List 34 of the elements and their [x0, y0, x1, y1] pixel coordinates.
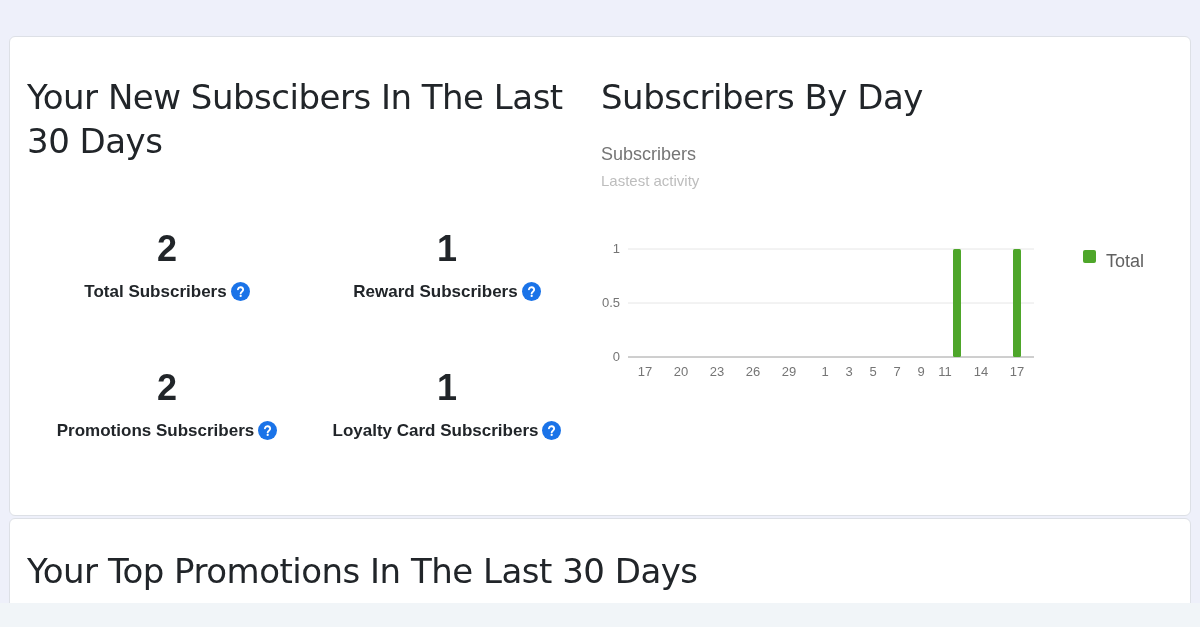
section-title: Subscribers By Day	[601, 76, 924, 119]
legend-label: Total	[1106, 250, 1145, 271]
stat-label: Total Subscribers	[84, 281, 227, 303]
stat-label: Promotions Subscribers	[56, 419, 255, 442]
x-tick-label: 17	[1009, 363, 1025, 379]
y-tick-label: 1	[612, 240, 620, 256]
help-icon[interactable]	[258, 420, 278, 440]
help-icon[interactable]	[230, 282, 250, 302]
chart-title: Subscribers	[601, 143, 698, 166]
stat-value: 2	[157, 367, 177, 408]
section-title: Your Top Promotions In The Last 30 Days	[27, 550, 699, 593]
stat-label: Reward Subscribers	[353, 281, 518, 303]
x-tick-label: 9	[917, 363, 925, 379]
x-tick-label: 5	[869, 363, 877, 379]
help-icon[interactable]	[521, 282, 541, 302]
x-tick-label: 20	[673, 363, 689, 379]
help-icon[interactable]	[542, 420, 562, 440]
x-tick-label: 7	[893, 363, 901, 379]
x-tick-label: 11	[938, 363, 952, 379]
x-tick-label: 23	[709, 363, 725, 379]
stat-value: 1	[437, 229, 457, 269]
stat-value: 1	[437, 367, 457, 408]
chart-subtitle: Lastest activity	[601, 171, 701, 191]
x-tick-label: 3	[845, 363, 853, 379]
x-tick-label: 29	[781, 363, 797, 379]
stat-label: Loyalty Card Subscribers	[332, 419, 539, 442]
y-tick-label: 0.5	[601, 294, 620, 310]
x-tick-label: 14	[973, 363, 989, 379]
x-tick-label: 17	[637, 363, 653, 379]
x-tick-label: 26	[745, 363, 761, 379]
stat-value: 2	[157, 229, 177, 269]
y-tick-label: 0	[612, 348, 620, 364]
section-title: Your New Subscibers In The Last 30 Days	[27, 76, 564, 163]
x-tick-label: 1	[821, 363, 829, 379]
